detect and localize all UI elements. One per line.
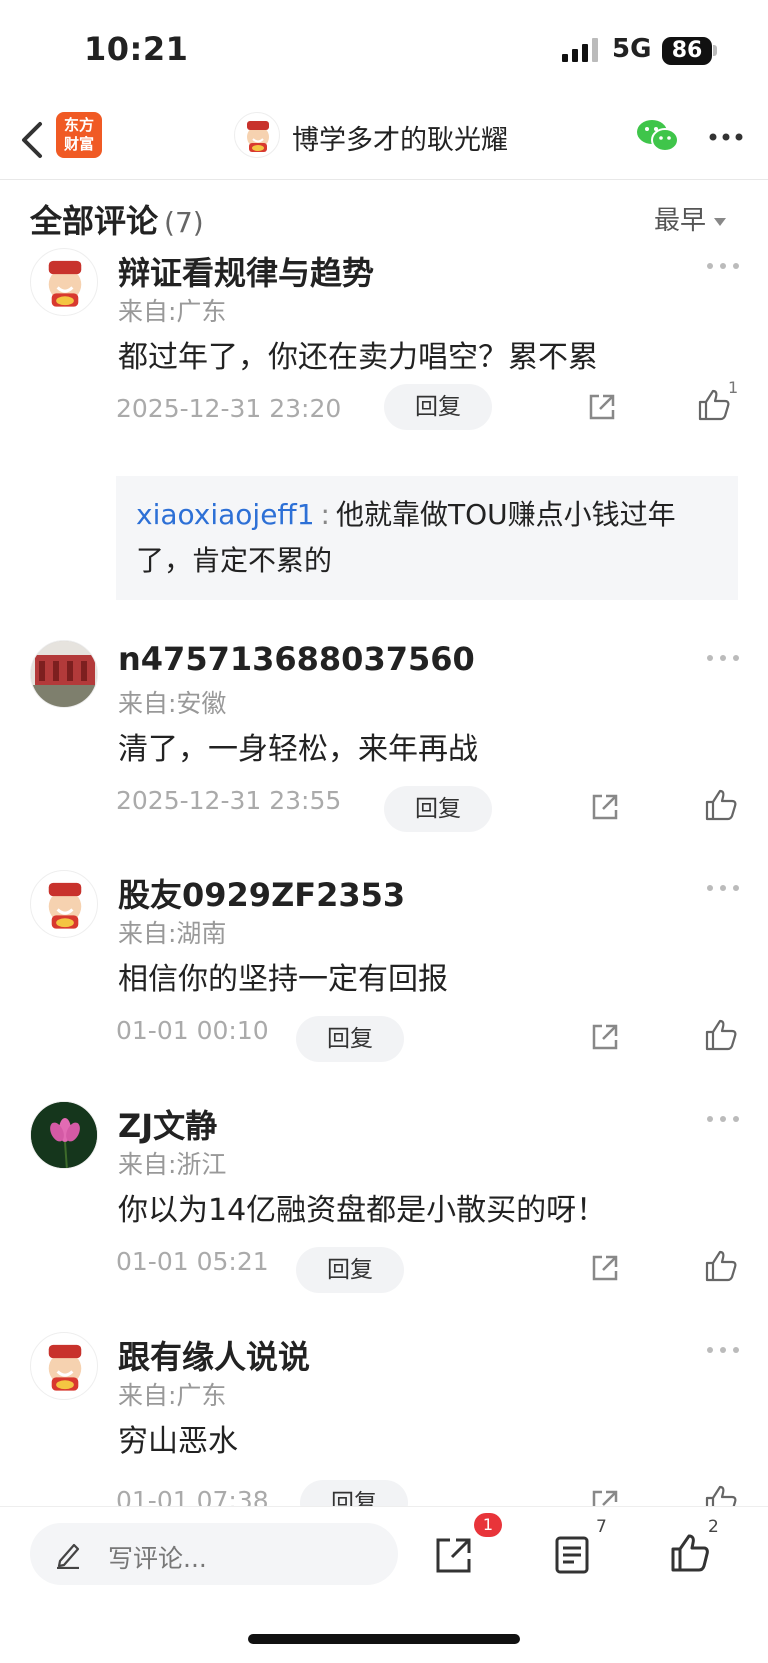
page-title: 博学多才的耿光耀 xyxy=(292,125,508,156)
battery-tip xyxy=(713,45,717,56)
sort-label: 最早 xyxy=(654,206,707,236)
caret-down-icon xyxy=(714,217,727,226)
nav-header: 东方 财富 博学多才的耿光耀 xyxy=(0,100,768,180)
thumbs-up-icon[interactable] xyxy=(704,1018,738,1052)
comment-input-placeholder: 写评论... xyxy=(108,1544,207,1573)
caishen-avatar-icon xyxy=(48,1344,82,1391)
commenter-location: 来自:广东 xyxy=(118,297,227,326)
more-icon[interactable] xyxy=(708,132,744,142)
bottom-action-bar: 写评论... 1 7 2 xyxy=(0,1506,768,1663)
comments-heading: 全部评论 (7) xyxy=(30,196,204,242)
more-options-icon[interactable] xyxy=(706,1346,740,1354)
comments-count: (7) xyxy=(164,206,204,239)
more-options-icon[interactable] xyxy=(706,884,740,892)
comment-item: 股友0929ZF2353 来自:湖南 相信你的坚持一定有回报 01-01 00:… xyxy=(0,870,768,1070)
signal-icon xyxy=(562,38,598,62)
share-badge: 1 xyxy=(474,1513,502,1537)
comment-date: 2025-12-31 23:55 xyxy=(116,786,342,815)
more-options-icon[interactable] xyxy=(706,1115,740,1123)
reply-button[interactable]: 回复 xyxy=(300,1480,408,1506)
more-options-icon[interactable] xyxy=(706,262,740,270)
status-bar: 10:21 5G 86 xyxy=(0,0,768,100)
commenter-avatar[interactable] xyxy=(30,1101,98,1169)
commenter-name[interactable]: 辩证看规律与趋势 xyxy=(118,248,374,294)
reply-button[interactable]: 回复 xyxy=(296,1247,404,1293)
wechat-icon[interactable] xyxy=(636,118,680,154)
caishen-avatar-icon xyxy=(48,260,82,307)
thumbs-up-icon[interactable] xyxy=(697,388,731,422)
comment-item: ZJ文静 来自:浙江 你以为14亿融资盘都是小散买的呀！ 01-01 05:21… xyxy=(0,1101,768,1301)
commenter-name[interactable]: 跟有缘人说说 xyxy=(118,1332,310,1378)
share-icon[interactable] xyxy=(590,1022,620,1052)
commenter-avatar[interactable] xyxy=(30,640,98,708)
comment-date: 2025-12-31 23:20 xyxy=(116,394,342,423)
logo-text-line-2: 财富 xyxy=(63,135,94,153)
commenter-name[interactable]: 股友0929ZF2353 xyxy=(118,870,405,916)
comment-date: 01-01 00:10 xyxy=(116,1016,269,1045)
sub-reply[interactable]: xiaoxiaojeff1: 他就靠做TOU赚点小钱过年了，肯定不累的 xyxy=(116,476,738,600)
reply-button[interactable]: 回复 xyxy=(296,1016,404,1062)
like-count: 1 xyxy=(728,378,739,397)
commenter-location: 来自:浙江 xyxy=(118,1150,227,1179)
caishen-avatar-icon xyxy=(48,882,82,929)
status-time: 10:21 xyxy=(84,30,189,68)
comment-date: 01-01 07:38 xyxy=(116,1486,269,1506)
comment-text: 穷山恶水 xyxy=(118,1424,238,1459)
logo-text-line-1: 东方 xyxy=(63,116,94,134)
author-avatar[interactable] xyxy=(234,112,280,158)
reply-button[interactable]: 回复 xyxy=(384,384,492,430)
sub-reply-user[interactable]: xiaoxiaojeff1 xyxy=(136,498,315,531)
sort-dropdown[interactable]: 最早 xyxy=(654,200,727,237)
comments-title: 全部评论 xyxy=(30,202,159,240)
commenter-avatar[interactable] xyxy=(30,1332,98,1400)
more-options-icon[interactable] xyxy=(706,654,740,662)
commenter-location: 来自:安徽 xyxy=(118,689,227,718)
battery-level: 86 xyxy=(662,37,712,65)
share-icon[interactable] xyxy=(590,792,620,822)
comment-input[interactable]: 写评论... xyxy=(30,1523,398,1585)
thumbs-up-icon[interactable] xyxy=(670,1533,710,1573)
sub-reply-colon: : xyxy=(320,498,330,531)
comment-text: 你以为14亿融资盘都是小散买的呀！ xyxy=(118,1193,607,1228)
comment-item: 辩证看规律与趋势 来自:广东 都过年了，你还在卖力唱空？累不累 2025-12-… xyxy=(0,248,768,600)
share-icon[interactable] xyxy=(434,1535,474,1575)
pencil-icon xyxy=(57,1543,80,1569)
commenter-location: 来自:湖南 xyxy=(118,919,227,948)
lotus-avatar-icon xyxy=(31,1102,97,1168)
comment-item: n475713688037560 来自:安徽 清了，一身轻松，来年再战 2025… xyxy=(0,640,768,840)
app-logo[interactable]: 东方 财富 xyxy=(56,112,102,158)
commenter-avatar[interactable] xyxy=(30,870,98,938)
thumbs-up-icon[interactable] xyxy=(704,1484,738,1506)
share-icon[interactable] xyxy=(590,1488,620,1506)
comment-text: 都过年了，你还在卖力唱空？累不累 xyxy=(118,340,598,375)
comment-text: 清了，一身轻松，来年再战 xyxy=(118,732,478,767)
commenter-location: 来自:广东 xyxy=(118,1381,227,1410)
comment-text: 相信你的坚持一定有回报 xyxy=(118,962,448,997)
network-label: 5G xyxy=(612,34,652,64)
building-photo-avatar-icon xyxy=(31,641,97,707)
commenter-avatar[interactable] xyxy=(30,248,98,316)
commenter-name[interactable]: n475713688037560 xyxy=(118,640,475,678)
reply-button[interactable]: 回复 xyxy=(384,786,492,832)
share-icon[interactable] xyxy=(590,1253,620,1283)
thumbs-up-icon[interactable] xyxy=(704,1249,738,1283)
comment-item: 跟有缘人说说 来自:广东 穷山恶水 01-01 07:38 回复 xyxy=(0,1332,768,1506)
chevron-left-icon[interactable] xyxy=(14,118,54,162)
home-indicator xyxy=(248,1634,520,1644)
commenter-name[interactable]: ZJ文静 xyxy=(118,1101,217,1147)
caishen-avatar-icon xyxy=(247,121,269,152)
comments-list-icon[interactable] xyxy=(552,1535,592,1575)
comment-date: 01-01 05:21 xyxy=(116,1247,269,1276)
like-count: 2 xyxy=(708,1517,719,1537)
share-icon[interactable] xyxy=(587,392,617,422)
thumbs-up-icon[interactable] xyxy=(704,788,738,822)
comment-count: 7 xyxy=(596,1517,607,1537)
